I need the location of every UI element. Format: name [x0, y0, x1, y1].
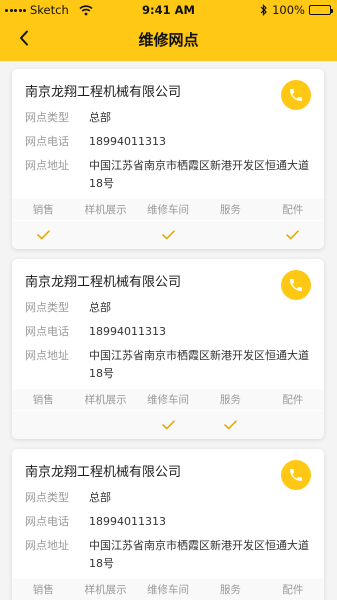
service-cell — [199, 413, 261, 437]
phone-label: 网点电话 — [25, 325, 69, 338]
header: Sketch 9:41 AM 100% 维修网点 — [0, 0, 337, 61]
service-header: 销售 — [32, 584, 54, 596]
dealer-address: 中国江苏省南京市栖霞区新港开发区恒通大道18号 — [89, 539, 309, 570]
service-header: 维修车间 — [147, 204, 190, 216]
address-label: 网点地址 — [25, 539, 69, 552]
service-header: 配件 — [282, 204, 304, 216]
services-table: 销售 样机展示 维修车间 服务 配件 — [12, 579, 324, 600]
address-label: 网点地址 — [25, 159, 69, 172]
dealer-address: 中国江苏省南京市栖霞区新港开发区恒通大道18号 — [89, 349, 309, 380]
service-cell — [137, 413, 199, 437]
call-button[interactable] — [281, 80, 311, 110]
battery-icon — [309, 5, 333, 15]
service-cell — [74, 413, 136, 437]
dealer-type: 总部 — [89, 491, 111, 504]
address-label: 网点地址 — [25, 349, 69, 362]
dealer-card[interactable]: 南京龙翔工程机械有限公司 网点类型 总部 网点电话 18994011313 网点… — [12, 449, 324, 600]
dealer-type: 总部 — [89, 111, 111, 124]
phone-icon — [290, 89, 302, 101]
phone-label: 网点电话 — [25, 515, 69, 528]
services-table: 销售 样机展示 维修车间 服务 配件 — [12, 199, 324, 249]
service-cell — [262, 413, 324, 437]
dealer-name: 南京龙翔工程机械有限公司 — [25, 85, 182, 100]
service-header: 配件 — [282, 584, 304, 596]
page-title: 维修网点 — [138, 31, 199, 49]
service-cell — [199, 223, 261, 247]
service-header: 服务 — [219, 584, 241, 596]
dealer-card[interactable]: 南京龙翔工程机械有限公司 网点类型 总部 网点电话 18994011313 网点… — [12, 69, 324, 249]
service-header: 样机展示 — [84, 394, 127, 406]
battery-percent: 100% — [272, 3, 305, 17]
service-header: 维修车间 — [147, 394, 190, 406]
dealer-name: 南京龙翔工程机械有限公司 — [25, 275, 182, 290]
dealer-address: 中国江苏省南京市栖霞区新港开发区恒通大道18号 — [89, 159, 309, 190]
dealer-card[interactable]: 南京龙翔工程机械有限公司 网点类型 总部 网点电话 18994011313 网点… — [12, 259, 324, 439]
check-icon — [161, 230, 175, 240]
status-bar: Sketch 9:41 AM 100% — [0, 0, 337, 20]
phone-icon — [290, 279, 302, 291]
service-header: 样机展示 — [84, 584, 127, 596]
service-cell — [137, 223, 199, 247]
phone-icon — [290, 469, 302, 481]
dealer-phone[interactable]: 18994011313 — [89, 513, 312, 531]
check-icon — [286, 230, 300, 240]
type-label: 网点类型 — [25, 301, 69, 314]
service-header: 服务 — [219, 394, 241, 406]
type-label: 网点类型 — [25, 491, 69, 504]
service-cell — [262, 223, 324, 247]
bluetooth-icon — [260, 4, 267, 16]
check-icon — [161, 420, 175, 430]
services-table: 销售 样机展示 维修车间 服务 配件 — [12, 389, 324, 439]
dealer-phone[interactable]: 18994011313 — [89, 133, 312, 151]
check-icon — [224, 420, 237, 430]
service-header: 维修车间 — [147, 584, 190, 596]
service-header: 服务 — [219, 204, 241, 216]
service-header: 销售 — [32, 204, 54, 216]
phone-label: 网点电话 — [25, 135, 69, 148]
type-label: 网点类型 — [25, 111, 69, 124]
nav-bar: 维修网点 — [0, 20, 337, 61]
call-button[interactable] — [281, 270, 311, 300]
dealer-name: 南京龙翔工程机械有限公司 — [25, 465, 182, 480]
service-cell — [12, 223, 74, 247]
service-header: 配件 — [282, 394, 304, 406]
service-cell — [74, 223, 136, 247]
dealer-phone[interactable]: 18994011313 — [89, 323, 312, 341]
check-icon — [36, 230, 50, 240]
service-cell — [12, 413, 74, 437]
service-header: 样机展示 — [84, 204, 127, 216]
call-button[interactable] — [281, 460, 311, 490]
dealer-type: 总部 — [89, 301, 111, 314]
service-header: 销售 — [32, 394, 54, 406]
